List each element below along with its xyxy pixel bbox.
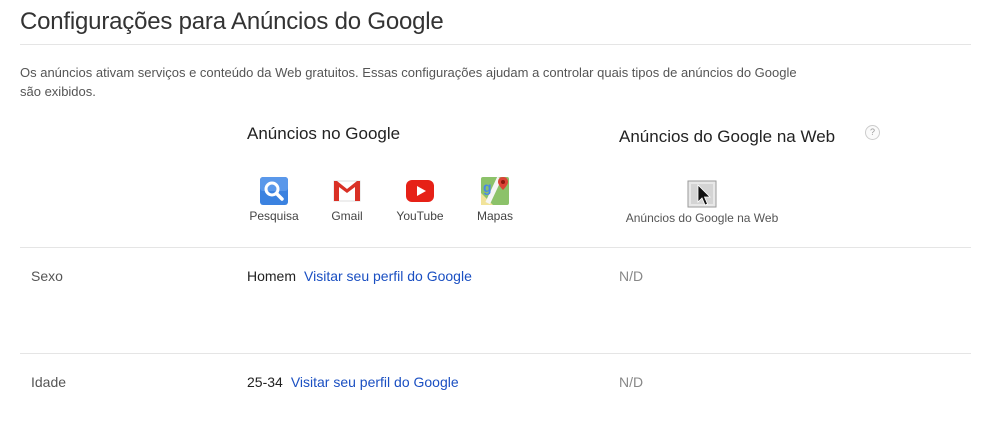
- svg-text:g: g: [483, 179, 492, 195]
- age-value: 25-34 Visitar seu perfil do Google: [247, 374, 459, 390]
- gmail-icon: [331, 175, 363, 207]
- product-gmail: Gmail: [324, 175, 370, 223]
- title-divider: [20, 44, 971, 45]
- web-ads-item: Anúncios do Google na Web: [612, 180, 792, 225]
- row-label-gender: Sexo: [31, 268, 63, 284]
- row-divider: [20, 247, 971, 248]
- product-label: Pesquisa: [249, 209, 299, 223]
- gender-value: Homem Visitar seu perfil do Google: [247, 268, 472, 284]
- page-title: Configurações para Anúncios do Google: [20, 8, 444, 35]
- web-ads-heading: Anúncios do Google na Web: [619, 127, 836, 146]
- row-divider: [20, 353, 971, 354]
- maps-icon: g: [479, 175, 511, 207]
- youtube-icon: [404, 175, 436, 207]
- product-label: Mapas: [476, 209, 514, 223]
- web-ads-label: Anúncios do Google na Web: [625, 211, 779, 225]
- product-maps: g Mapas: [472, 175, 518, 223]
- gender-value-text: Homem: [247, 268, 297, 284]
- age-value-text: 25-34: [247, 374, 283, 390]
- google-ads-heading: Anúncios no Google: [247, 124, 401, 143]
- search-icon: [258, 175, 290, 207]
- cursor-icon: [687, 180, 717, 208]
- product-youtube: YouTube: [391, 175, 449, 223]
- gender-web-value: N/D: [619, 268, 644, 284]
- product-label: Gmail: [331, 209, 363, 223]
- product-search: Pesquisa: [246, 175, 302, 223]
- intro-text: Os anúncios ativam serviços e conteúdo d…: [20, 65, 797, 99]
- row-label-age: Idade: [31, 374, 67, 390]
- age-web-value: N/D: [619, 374, 644, 390]
- help-icon[interactable]: ?: [865, 125, 880, 140]
- gender-profile-link[interactable]: Visitar seu perfil do Google: [304, 268, 472, 284]
- product-label: YouTube: [396, 209, 444, 223]
- ads-settings-page: Configurações para Anúncios do Google Os…: [0, 0, 984, 447]
- age-profile-link[interactable]: Visitar seu perfil do Google: [291, 374, 459, 390]
